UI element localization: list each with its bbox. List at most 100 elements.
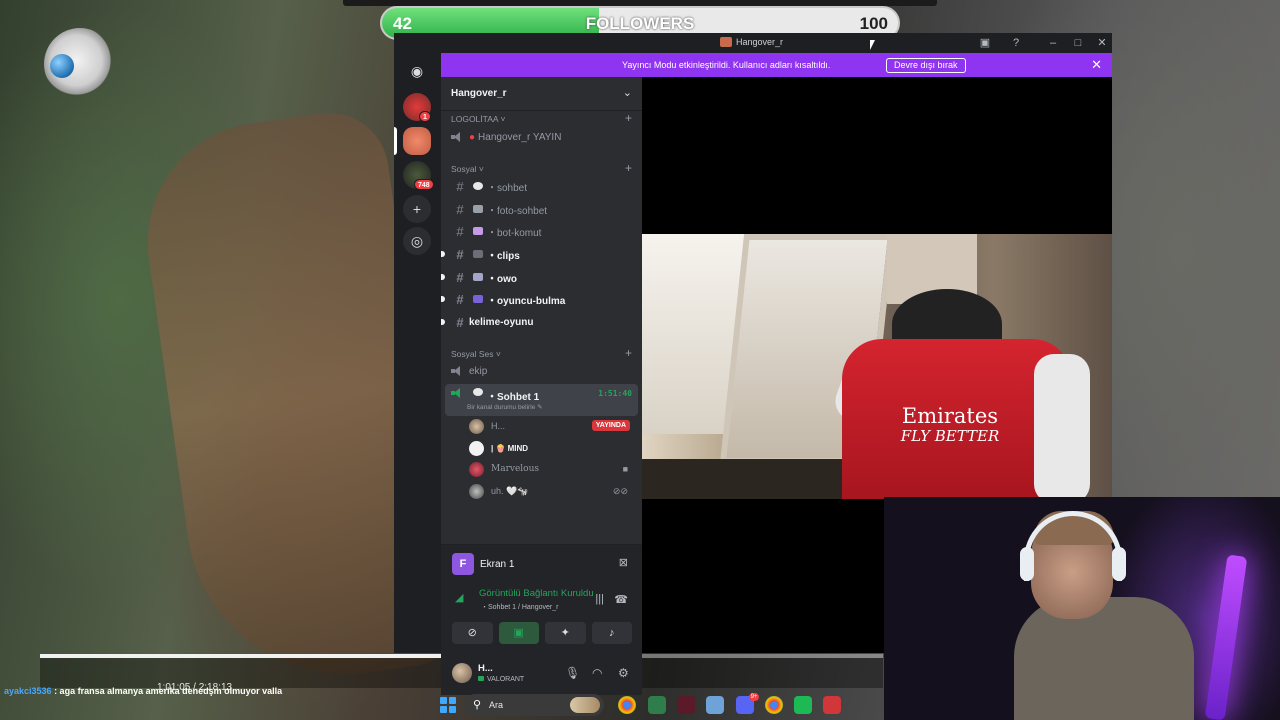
- channel-sohbet-1[interactable]: ・Sohbet 1 1:51:40: [445, 384, 638, 416]
- disable-streamer-mode-button[interactable]: Devre dışı bırak: [886, 58, 966, 73]
- banner-close-icon[interactable]: ✕: [1091, 57, 1102, 73]
- settings-app-icon[interactable]: [706, 696, 724, 714]
- channel-sidebar: Hangover_r ⌄ LOGOLİTAA ˅ + ● Hangover_r …: [441, 77, 642, 695]
- channel-label: ・bot-komut: [487, 227, 542, 239]
- username: H...: [478, 663, 493, 674]
- add-channel-icon[interactable]: +: [625, 111, 632, 125]
- explore-icon[interactable]: ◎: [403, 227, 431, 255]
- goal-current: 42: [393, 14, 412, 33]
- window-title: Hangover_r: [720, 37, 783, 47]
- screen-share-name: Ekran 1: [480, 559, 515, 570]
- channel-status[interactable]: Bir kanal durumu belirle ✎: [467, 403, 543, 411]
- channel-label: ・owo: [487, 273, 517, 285]
- minimize-button[interactable]: –: [1046, 36, 1060, 50]
- channel-kelime-oyunu[interactable]: # kelime-oyunu: [441, 312, 638, 332]
- live-badge: YAYINDA: [591, 420, 630, 431]
- jersey-sponsor: Emirates FLY BETTER: [900, 404, 1000, 446]
- channel-clips[interactable]: # ・clips: [441, 244, 638, 264]
- taskbar-search[interactable]: ⚲ Ara: [464, 694, 604, 716]
- voice-user[interactable]: uh. 🤍🐄 ⊘⊘: [469, 481, 634, 501]
- server-badge: 1: [419, 111, 431, 122]
- gear-icon[interactable]: ⚙: [618, 666, 629, 680]
- screen-share-panel[interactable]: F Ekran 1 ⊠: [441, 544, 642, 582]
- category-sosyal-ses[interactable]: Sosyal Ses ˅: [451, 349, 501, 359]
- discord-icon[interactable]: 9+: [736, 693, 759, 714]
- server-rail: ◉ 1 748 + ◎: [394, 53, 441, 653]
- red-circle-icon: ●: [469, 131, 476, 143]
- hash-icon: #: [456, 269, 464, 285]
- avatar[interactable]: [452, 663, 472, 683]
- discord-home-icon[interactable]: ◉: [403, 57, 431, 85]
- voice-user[interactable]: Marvelous ■: [469, 459, 634, 479]
- channel-sohbet[interactable]: # ・sohbet: [445, 176, 638, 196]
- voice-user[interactable]: H... YAYINDA: [469, 416, 634, 436]
- noise-suppression-icon[interactable]: |||: [595, 593, 604, 605]
- muted-deafened-icon: ⊘⊘: [612, 486, 628, 496]
- valorant-icon[interactable]: [677, 696, 695, 714]
- unread-indicator: [441, 319, 445, 325]
- channel-label: ・foto-sohbet: [487, 205, 548, 217]
- server-selected-pill: [394, 127, 397, 155]
- close-button[interactable]: ✕: [1095, 36, 1109, 50]
- soundboard-button[interactable]: ♪: [591, 622, 632, 644]
- server-name: Hangover_r: [451, 88, 507, 99]
- connection-channel[interactable]: ・Sohbet 1 / Hangover_r: [481, 602, 558, 612]
- channel-oyuncu-bulma[interactable]: # ・oyuncu-bulma: [441, 289, 638, 309]
- category-sosyal[interactable]: Sosyal ˅: [451, 164, 484, 174]
- camera-off-button[interactable]: ⊘: [452, 622, 493, 644]
- photo-icon: [473, 205, 483, 213]
- microphone-icon[interactable]: 🎙: [565, 666, 580, 680]
- app-icon[interactable]: [794, 696, 812, 714]
- activities-button[interactable]: ✦: [545, 622, 586, 644]
- streamer-mode-banner: Yayıncı Modu etkinleştirildi. Kullanıcı …: [441, 53, 1112, 77]
- voice-user-name: Marvelous: [491, 464, 540, 474]
- server-icon-hangover[interactable]: [403, 127, 431, 155]
- speaker-active-icon: [451, 388, 463, 398]
- speech-bubble-icon: [473, 388, 483, 396]
- app-icon[interactable]: [648, 696, 666, 714]
- server-header[interactable]: Hangover_r ⌄: [441, 77, 642, 111]
- chat-username: ayakci3536: [4, 686, 52, 696]
- game-icon: [478, 676, 484, 681]
- headset-earcup: [1020, 547, 1034, 581]
- chrome-icon[interactable]: [618, 696, 636, 714]
- inbox-icon[interactable]: ▣: [978, 36, 992, 50]
- search-highlight-image: [570, 697, 600, 713]
- channel-ekip[interactable]: ekip: [445, 361, 638, 381]
- voice-user-name: uh. 🤍🐄: [491, 485, 529, 496]
- channel-label: Hangover_r YAYIN: [478, 131, 562, 143]
- chrome-icon[interactable]: [765, 696, 783, 714]
- goal-target: 100: [859, 14, 888, 33]
- windows-start-icon[interactable]: [440, 697, 456, 713]
- add-channel-icon[interactable]: +: [625, 161, 632, 175]
- headphones-icon[interactable]: ◠: [592, 666, 602, 680]
- connection-status[interactable]: Görüntülü Bağlantı Kuruldu: [479, 588, 594, 599]
- hash-icon: #: [456, 291, 464, 307]
- owo-icon: [473, 273, 483, 281]
- add-channel-icon[interactable]: +: [625, 346, 632, 360]
- robot-icon: [473, 227, 483, 235]
- signal-icon[interactable]: ◢: [455, 591, 463, 604]
- taskbar: ⚲ Ara 9+: [430, 690, 850, 720]
- screen-share-button[interactable]: ▣: [498, 622, 539, 644]
- add-server-icon[interactable]: +: [403, 195, 431, 223]
- voice-user[interactable]: | 🍿 MIND: [469, 438, 634, 458]
- hash-icon: #: [456, 223, 464, 239]
- server-badge: 748: [414, 179, 434, 190]
- channel-yayin[interactable]: ● Hangover_r YAYIN: [445, 127, 638, 147]
- avatar: [469, 440, 484, 456]
- category-logolitaa[interactable]: LOGOLİTAA ˅: [451, 114, 505, 124]
- avatar: [469, 418, 484, 434]
- stop-stream-icon[interactable]: ⊠: [619, 556, 628, 569]
- channel-label: kelime-oyunu: [469, 316, 534, 328]
- valorant-icon[interactable]: [823, 696, 841, 714]
- banner-message: Yayıncı Modu etkinleştirildi. Kullanıcı …: [622, 60, 831, 70]
- disconnect-icon[interactable]: ☎: [614, 593, 628, 606]
- channel-foto-sohbet[interactable]: # ・foto-sohbet: [445, 199, 638, 219]
- channel-owo[interactable]: # ・owo: [441, 267, 638, 287]
- channel-bot-komut[interactable]: # ・bot-komut: [445, 221, 638, 241]
- help-icon[interactable]: ?: [1009, 36, 1023, 50]
- maximize-button[interactable]: □: [1071, 36, 1085, 50]
- channel-label: ekip: [469, 365, 488, 377]
- speech-bubble-icon: [473, 182, 483, 190]
